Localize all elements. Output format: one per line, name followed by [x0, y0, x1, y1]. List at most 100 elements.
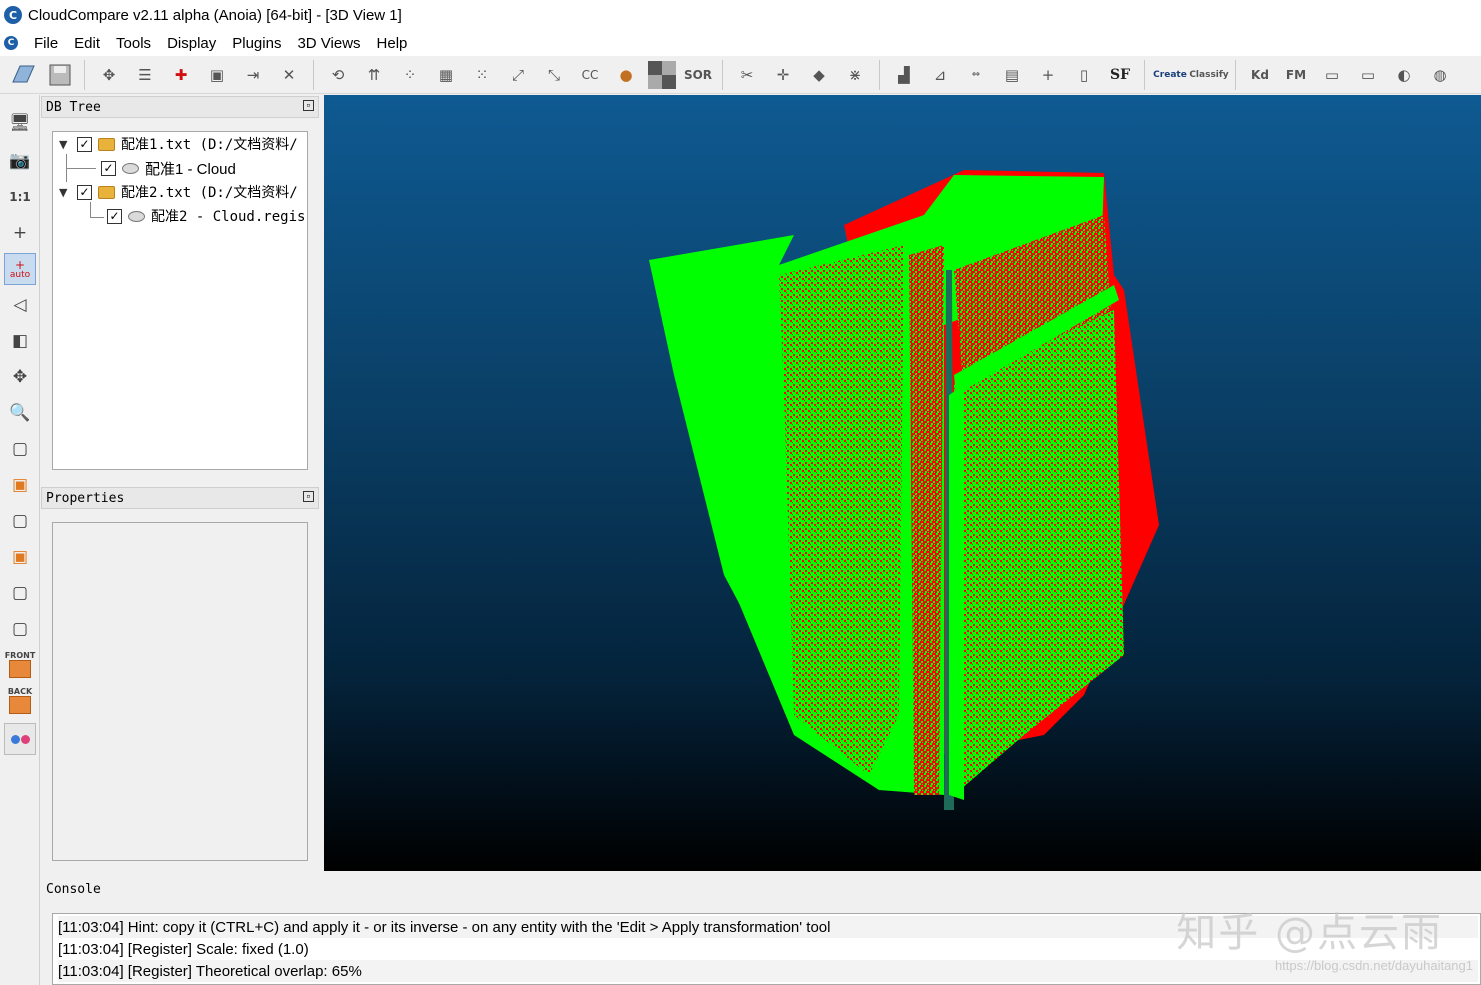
visibility-checkbox[interactable]: ✓: [77, 136, 92, 152]
csv-file-icon[interactable]: ▭: [1352, 59, 1384, 91]
delete-sf-icon[interactable]: ▯: [1068, 59, 1100, 91]
view-front-face-icon[interactable]: ▣: [4, 469, 36, 501]
toolbar-separator: [1144, 59, 1145, 90]
histogram-icon[interactable]: ▟: [888, 59, 920, 91]
toolbar-separator: [313, 59, 314, 90]
zoom-1-1-icon[interactable]: 1:1: [4, 181, 36, 213]
mesh-icon[interactable]: ▦: [430, 59, 462, 91]
float-panel-icon[interactable]: ▫: [303, 491, 314, 502]
register-icon[interactable]: ⁙: [466, 59, 498, 91]
app-logo-icon: C: [4, 6, 22, 24]
open-icon-svg: [12, 65, 35, 82]
gradient-icon[interactable]: ⊿: [924, 59, 956, 91]
plane-icon[interactable]: ◆: [803, 59, 835, 91]
canupo-create-icon[interactable]: Create: [1153, 59, 1187, 91]
point-pick-icon[interactable]: ⋇: [839, 59, 871, 91]
open-icon[interactable]: [8, 59, 40, 91]
view-top-icon[interactable]: ▢: [4, 433, 36, 465]
visibility-checkbox[interactable]: ✓: [107, 208, 122, 224]
front-view-icon[interactable]: FRONT: [4, 649, 36, 681]
system-menu-icon[interactable]: C: [4, 36, 18, 50]
menu-tools[interactable]: Tools: [108, 35, 159, 52]
tree-item-cloud2[interactable]: ✓ 配准2 - Cloud.regis: [107, 204, 305, 228]
float-panel-icon[interactable]: ▫: [303, 100, 314, 111]
save-icon-svg: [49, 64, 71, 85]
merge-icon[interactable]: ⇥: [237, 59, 269, 91]
translate-icon[interactable]: ✛: [767, 59, 799, 91]
fast-marching-icon[interactable]: FM: [1280, 59, 1312, 91]
back-view-icon[interactable]: BACK: [4, 685, 36, 717]
front-view-label: FRONT: [4, 651, 36, 660]
view-cube-icon[interactable]: ◧: [4, 325, 36, 357]
clone-icon[interactable]: ▣: [201, 59, 233, 91]
tree-guide-line: [66, 168, 96, 169]
db-tree: ▼ ✓ 配准1.txt (D:/文档资料/ ✓ 配准1 - Cloud ▼ ✓ …: [52, 131, 308, 470]
sample-icon[interactable]: ⟲: [322, 59, 354, 91]
menu-plugins[interactable]: Plugins: [224, 35, 289, 52]
tree-guide-line: [90, 202, 91, 218]
point-cloud-icon: [122, 162, 139, 174]
folder-icon: [98, 185, 115, 199]
normals-icon[interactable]: ⇈: [358, 59, 390, 91]
checker-icon[interactable]: [646, 59, 678, 91]
sf-arith-icon[interactable]: ▤: [996, 59, 1028, 91]
zoom-icon[interactable]: 🔍: [4, 397, 36, 429]
console-line: [11:03:04] [Register] Theoretical overla…: [58, 960, 1478, 982]
delete-icon[interactable]: ✕: [273, 59, 305, 91]
scalar-field-icon[interactable]: SF: [1104, 59, 1136, 91]
save-icon[interactable]: [44, 59, 76, 91]
sphere-icon[interactable]: ◐: [1388, 59, 1420, 91]
view-back-face-icon[interactable]: ▣: [4, 541, 36, 573]
sor-filter-icon[interactable]: SOR: [682, 59, 714, 91]
globe-icon[interactable]: ◍: [1424, 59, 1456, 91]
menu-file[interactable]: File: [26, 35, 66, 52]
add-point-icon[interactable]: ✚: [165, 59, 197, 91]
canupo-classify-icon[interactable]: Classify: [1189, 59, 1228, 91]
pivot-icon[interactable]: +: [4, 217, 36, 249]
cc-icon[interactable]: CC: [574, 59, 606, 91]
stereo-dot-pink: [20, 734, 30, 744]
expand-arrow-icon[interactable]: ▼: [59, 138, 71, 151]
stereo-mode-icon[interactable]: [4, 723, 36, 755]
visibility-checkbox[interactable]: ✓: [77, 184, 92, 200]
properties-header: Properties ▫: [41, 487, 319, 509]
folder-icon: [98, 137, 115, 151]
point-cloud-render: [649, 170, 1159, 810]
shp-file-icon[interactable]: ▭: [1316, 59, 1348, 91]
tree-item-label: 配准1 - Cloud: [145, 160, 236, 178]
auto-pivot-icon[interactable]: + auto: [4, 253, 36, 285]
interaction-icon[interactable]: ✥: [4, 361, 36, 393]
kd-tree-icon[interactable]: Kd: [1244, 59, 1276, 91]
menu-help[interactable]: Help: [369, 35, 416, 52]
expand-arrow-icon[interactable]: ▼: [59, 186, 71, 199]
tree-item-file1[interactable]: ▼ ✓ 配准1.txt (D:/文档资料/: [59, 132, 298, 156]
monitor-icon[interactable]: 🖥: [4, 107, 36, 139]
menu-bar: C File Edit Tools Display Plugins 3D Vie…: [0, 30, 1481, 56]
tree-item-label: 配准2.txt (D:/文档资料/: [121, 185, 298, 201]
overlap-region-2: [909, 245, 944, 795]
tree-item-cloud1[interactable]: ✓ 配准1 - Cloud: [101, 156, 236, 180]
color-icon[interactable]: ●: [610, 59, 642, 91]
menu-display[interactable]: Display: [159, 35, 224, 52]
camera-icon[interactable]: 📷: [4, 145, 36, 177]
min-max-icon[interactable]: ⇔: [960, 59, 992, 91]
add-sf-icon[interactable]: +: [1032, 59, 1064, 91]
back-view-label: BACK: [7, 687, 33, 696]
list-icon[interactable]: ☰: [129, 59, 161, 91]
view-right-icon[interactable]: ▢: [4, 577, 36, 609]
scissors-icon[interactable]: ✂: [731, 59, 763, 91]
view-left-icon[interactable]: ▢: [4, 505, 36, 537]
fine-register-icon[interactable]: ⤡: [538, 59, 570, 91]
db-tree-header: DB Tree ▫: [41, 96, 319, 118]
menu-edit[interactable]: Edit: [66, 35, 108, 52]
tree-item-file2[interactable]: ▼ ✓ 配准2.txt (D:/文档资料/: [59, 180, 298, 204]
view-bottom-icon[interactable]: ▢: [4, 613, 36, 645]
perspective-icon[interactable]: ◁: [4, 289, 36, 321]
subsample-icon[interactable]: ⁘: [394, 59, 426, 91]
visibility-checkbox[interactable]: ✓: [101, 160, 116, 176]
menu-3d-views[interactable]: 3D Views: [289, 35, 368, 52]
global-shift-icon[interactable]: ✥: [93, 59, 125, 91]
tree-guide-line: [90, 217, 104, 218]
align-icon[interactable]: ⤢: [502, 59, 534, 91]
3d-view[interactable]: [324, 95, 1481, 871]
